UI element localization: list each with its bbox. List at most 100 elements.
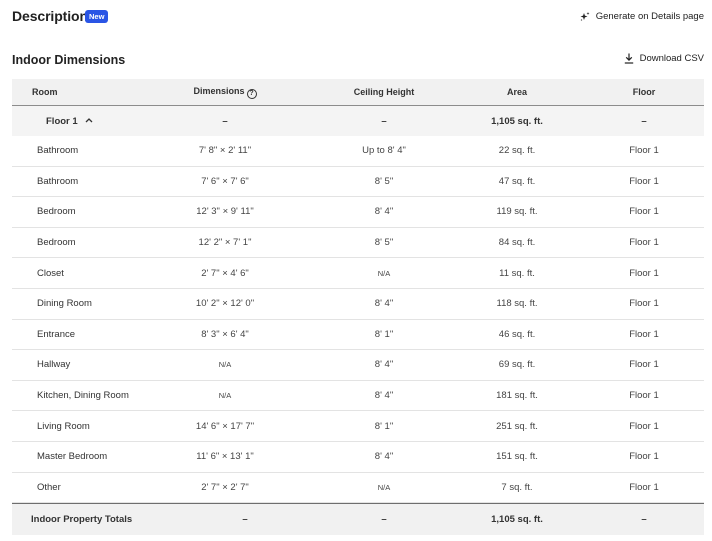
floor-cell: Floor 1	[629, 237, 659, 249]
ceiling-height-cell: 8' 4"	[374, 390, 394, 402]
download-csv-button[interactable]: Download CSV	[624, 53, 704, 64]
dimensions-cell: 14' 6" × 17' 7"	[195, 420, 255, 432]
help-icon[interactable]: ?	[246, 88, 257, 99]
floor-cell: Floor 1	[629, 298, 659, 310]
floor-cell: Floor 1	[629, 481, 659, 493]
room-cell: Other	[37, 481, 61, 493]
area-cell: 84 sq. ft.	[498, 237, 536, 249]
room-cell: Bedroom	[37, 237, 76, 249]
indoor-dimensions-title: Indoor Dimensions	[12, 53, 126, 67]
dimensions-cell: 2' 7" × 4' 6"	[201, 267, 249, 279]
indoor-dimensions-table: Room Dimensions? Ceiling Height Area Flo…	[12, 79, 704, 536]
totals-ceiling: –	[381, 514, 387, 526]
room-cell: Dining Room	[37, 298, 92, 310]
generate-on-details-button[interactable]: Generate on Details page	[580, 11, 704, 22]
table-row: Living Room 14' 6" × 17' 7" 8' 1" 251 sq. f…	[12, 411, 704, 442]
area-cell: 11 sq. ft.	[499, 267, 535, 279]
table-row: Bathroom 7' 8" × 2' 11" Up to 8' 4" 22 sq. …	[12, 136, 704, 167]
ceiling-height-cell: N/A	[377, 482, 391, 492]
room-cell: Entrance	[37, 328, 76, 340]
floor-cell: Floor 1	[629, 359, 659, 371]
table-header: Room Dimensions? Ceiling Height Area Flo…	[12, 79, 704, 106]
totals-row: Indoor Property Totals – – 1,105 sq. ft.…	[12, 503, 704, 536]
area-cell: 22 sq. ft.	[498, 145, 536, 157]
room-cell: Bathroom	[37, 145, 79, 157]
floor-group-ceiling: –	[381, 115, 387, 127]
download-csv-label: Download CSV	[639, 53, 704, 64]
chevron-up-icon[interactable]	[85, 117, 93, 123]
dimensions-cell: 11' 6" × 13' 1"	[196, 451, 254, 463]
area-cell: 118 sq. ft.	[496, 298, 538, 310]
floor-cell: Floor 1	[629, 420, 659, 432]
floor-cell: Floor 1	[629, 206, 659, 218]
room-cell: Closet	[37, 267, 64, 279]
floor-group-cell: Floor 1	[12, 116, 132, 127]
floor-cell: Floor 1	[629, 145, 659, 157]
col-header-room: Room	[32, 87, 58, 97]
col-header-area: Area	[506, 87, 527, 97]
col-header-dimensions-label: Dimensions	[193, 85, 245, 96]
floor-group-row[interactable]: Floor 1 – – 1,105 sq. ft. –	[12, 106, 704, 136]
ceiling-height-cell: 8' 5"	[374, 175, 394, 187]
table-row: Kitchen, Dining Room N/A 8' 4" 181 sq. ft. F…	[12, 381, 704, 412]
area-cell: 46 sq. ft.	[498, 328, 536, 340]
table-row: Closet 2' 7" × 4' 6" N/A 11 sq. ft. Floor 1	[12, 258, 704, 289]
floor-cell: Floor 1	[629, 267, 659, 279]
table-row: Master Bedroom 11' 6" × 13' 1" 8' 4" 151 sq…	[12, 442, 704, 473]
area-cell: 119 sq. ft.	[496, 206, 538, 218]
floor-group-area: 1,105 sq. ft.	[491, 115, 543, 127]
ceiling-height-cell: 8' 1"	[374, 420, 394, 432]
room-cell: Hallway	[37, 359, 71, 371]
floor-group-label: Floor 1	[46, 115, 78, 127]
dimensions-cell: 10' 2" × 12' 0"	[195, 298, 255, 310]
area-cell: 47 sq. ft.	[498, 175, 536, 187]
dimensions-cell: 8' 3" × 6' 4"	[201, 328, 249, 340]
ceiling-height-cell: 8' 4"	[374, 359, 394, 371]
download-icon	[624, 53, 633, 64]
ceiling-height-cell: 8' 4"	[374, 298, 394, 310]
generate-label: Generate on Details page	[595, 11, 704, 22]
new-badge: New	[85, 10, 109, 23]
table-row: Hallway N/A 8' 4" 69 sq. ft. Floor 1	[12, 350, 704, 381]
room-cell: Living Room	[37, 420, 90, 432]
dimensions-cell: 12' 2" × 7' 1"	[198, 237, 252, 249]
totals-label: Indoor Property Totals	[31, 514, 133, 526]
area-cell: 151 sq. ft.	[496, 451, 538, 463]
room-cell: Kitchen, Dining Room	[37, 390, 129, 402]
dimensions-cell: 2' 7" × 2' 7"	[201, 481, 249, 493]
ceiling-height-cell: 8' 5"	[374, 237, 394, 249]
room-cell: Master Bedroom	[37, 451, 108, 463]
floor-cell: Floor 1	[629, 451, 659, 463]
area-cell: 69 sq. ft.	[498, 359, 536, 371]
floor-cell: Floor 1	[629, 175, 659, 187]
dimensions-cell: 12' 3" × 9' 11"	[196, 206, 254, 218]
col-header-dimensions: Dimensions?	[132, 86, 318, 99]
ceiling-height-cell: 8' 4"	[374, 206, 394, 218]
room-cell: Bathroom	[37, 175, 79, 187]
dimensions-cell: 7' 8" × 2' 11"	[198, 145, 252, 157]
floor-group-dimensions: –	[222, 115, 228, 127]
description-title: Description	[12, 8, 88, 24]
floor-cell: Floor 1	[629, 390, 659, 402]
floor-cell: Floor 1	[629, 328, 659, 340]
table-row: Bathroom 7' 6" × 7' 6" 8' 5" 47 sq. ft. Floo…	[12, 167, 704, 198]
totals-dimensions: –	[242, 514, 248, 526]
table-row: Bedroom 12' 3" × 9' 11" 8' 4" 119 sq. ft. Fl…	[12, 197, 704, 228]
col-header-floor: Floor	[632, 87, 656, 97]
sparkle-icon	[580, 11, 590, 21]
ceiling-height-cell: Up to 8' 4"	[362, 145, 406, 157]
dimensions-cell: N/A	[218, 360, 232, 370]
totals-area: 1,105 sq. ft.	[491, 514, 543, 526]
table-row: Bedroom 12' 2" × 7' 1" 8' 5" 84 sq. ft. Floo…	[12, 228, 704, 259]
area-cell: 7 sq. ft.	[501, 481, 533, 493]
table-row: Dining Room 10' 2" × 12' 0" 8' 4" 118 sq. f…	[12, 289, 704, 320]
dimensions-cell: 7' 6" × 7' 6"	[201, 175, 249, 187]
table-row: Entrance 8' 3" × 6' 4" 8' 1" 46 sq. ft. Floo…	[12, 320, 704, 351]
ceiling-height-cell: 8' 1"	[374, 328, 394, 340]
dimensions-cell: N/A	[218, 391, 232, 401]
col-header-ceiling: Ceiling Height	[353, 87, 415, 97]
room-cell: Bedroom	[37, 206, 76, 218]
totals-floor: –	[641, 514, 647, 526]
description-header: Description New Generate on Details page	[12, 8, 704, 28]
area-cell: 181 sq. ft.	[496, 390, 538, 402]
